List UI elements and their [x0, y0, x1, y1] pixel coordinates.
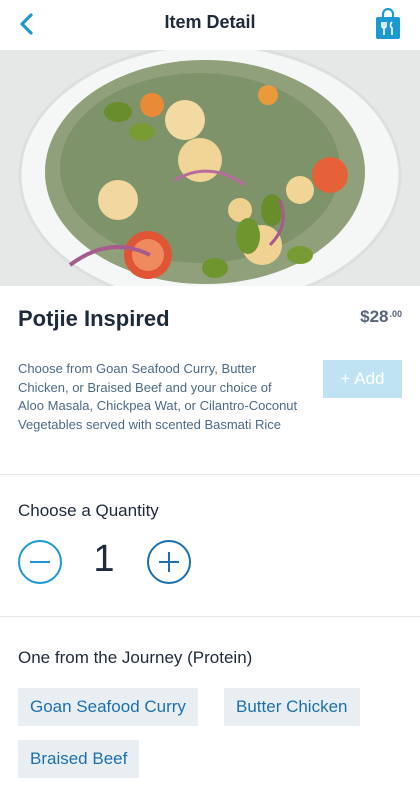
price-dollars: $28	[360, 307, 389, 326]
item-price: $28.00	[360, 307, 402, 327]
item-name: Potjie Inspired	[18, 306, 170, 331]
decrease-quantity-button[interactable]	[18, 540, 62, 584]
add-button[interactable]: + Add	[323, 360, 402, 398]
item-description: Choose from Goan Seafood Curry, Butter C…	[18, 361, 298, 432]
divider	[0, 474, 420, 475]
quantity-label: Choose a Quantity	[18, 501, 159, 520]
page-title: Item Detail	[164, 12, 256, 32]
option-goan-seafood-curry[interactable]: Goan Seafood Curry	[18, 688, 198, 726]
increase-quantity-button[interactable]	[147, 540, 191, 584]
food-image	[0, 50, 420, 286]
plus-icon-vertical	[168, 552, 170, 572]
quantity-value: 1	[93, 538, 115, 580]
divider	[0, 616, 420, 617]
price-cents: .00	[389, 309, 402, 319]
option-braised-beef[interactable]: Braised Beef	[18, 740, 140, 778]
header-bar: Item Detail	[0, 0, 420, 48]
shopping-bag-icon[interactable]	[374, 8, 402, 40]
option-butter-chicken[interactable]: Butter Chicken	[224, 688, 360, 726]
protein-options-label: One from the Journey (Protein)	[18, 648, 253, 667]
